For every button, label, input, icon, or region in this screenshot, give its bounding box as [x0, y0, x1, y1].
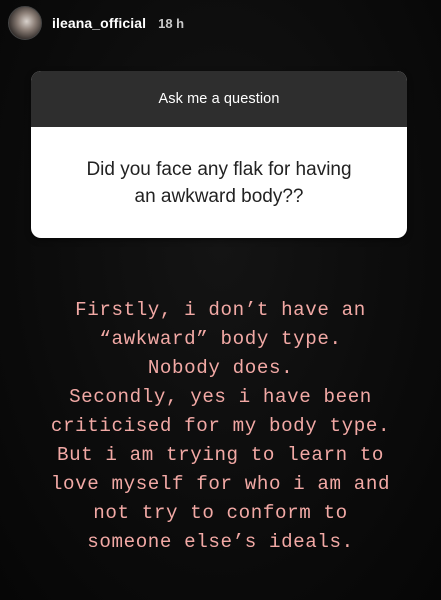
answer-line: Firstly, i don’t have an: [75, 299, 366, 321]
story-view[interactable]: ileana_official 18 h Ask me a question D…: [0, 0, 441, 600]
username[interactable]: ileana_official: [52, 15, 146, 31]
answer-line: “awkward” body type.: [99, 328, 342, 350]
answer-text: Firstly, i don’t have an “awkward” body …: [0, 296, 441, 557]
answer-line: Secondly, yes i have been: [69, 386, 372, 408]
answer-line: criticised for my body type.: [50, 415, 391, 437]
question-text: Did you face any flak for having an awkw…: [86, 156, 351, 210]
answer-line: But i am trying to learn to: [56, 444, 385, 466]
answer-line: Nobody does.: [147, 357, 294, 379]
question-sticker-header: Ask me a question: [31, 71, 407, 127]
question-line: Did you face any flak for having: [86, 158, 352, 180]
avatar[interactable]: [8, 6, 42, 40]
question-prompt: Ask me a question: [158, 91, 280, 107]
answer-line: someone else’s ideals.: [87, 531, 354, 553]
answer-line: love myself for who i am and: [50, 473, 391, 495]
question-line: an awkward body??: [134, 185, 304, 207]
timestamp: 18 h: [158, 15, 185, 31]
answer-line: not try to conform to: [93, 502, 348, 524]
story-header: ileana_official 18 h: [8, 6, 184, 40]
question-sticker-body: Did you face any flak for having an awkw…: [31, 127, 407, 238]
question-sticker[interactable]: Ask me a question Did you face any flak …: [31, 71, 407, 238]
